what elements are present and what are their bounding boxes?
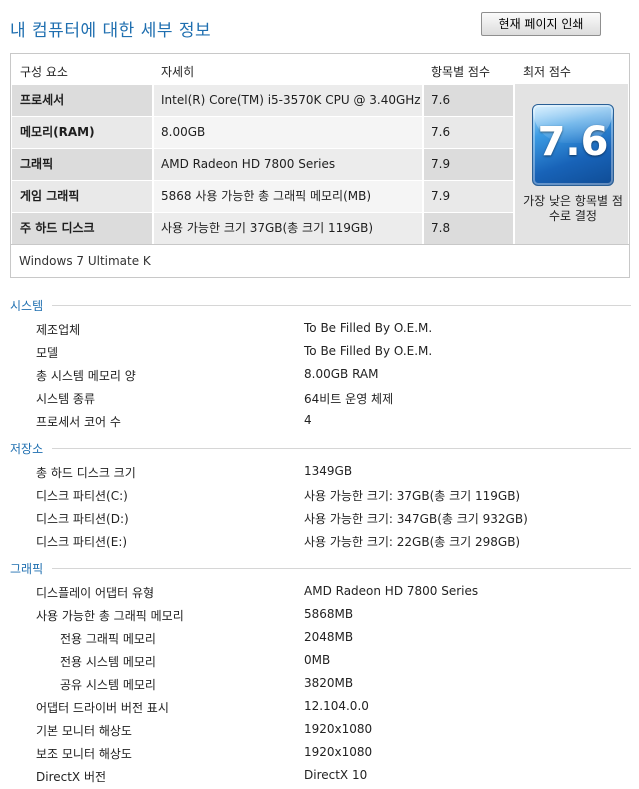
- info-label: 디스플레이 어댑터 유형: [36, 586, 155, 600]
- component-name: 게임 그래픽: [12, 181, 152, 212]
- print-page-button[interactable]: 현재 페이지 인쇄: [481, 12, 601, 36]
- info-label: 전용 시스템 메모리: [60, 655, 156, 669]
- info-value: 0MB: [304, 653, 331, 667]
- info-value: 2048MB: [304, 630, 354, 644]
- info-value: To Be Filled By O.E.M.: [304, 344, 433, 358]
- info-label: 보조 모니터 해상도: [36, 747, 132, 761]
- column-header-component: 구성 요소: [20, 65, 68, 79]
- info-value: 3820MB: [304, 676, 354, 690]
- column-header-subscore: 항목별 점수: [431, 65, 491, 79]
- base-score-value: 7.6: [537, 119, 609, 165]
- info-value: 4: [304, 413, 312, 427]
- component-score: 7.6: [424, 117, 513, 148]
- table-row: 프로세서 Intel(R) Core(TM) i5-3570K CPU @ 3.…: [12, 85, 513, 116]
- info-label: 총 하드 디스크 크기: [36, 466, 136, 480]
- info-label: 모델: [36, 346, 59, 360]
- base-score-note: 가장 낮은 항목별 점수로 결정: [523, 194, 623, 223]
- divider: [52, 305, 631, 306]
- info-value: 1920x1080: [304, 745, 373, 759]
- column-header-detail: 자세히: [161, 65, 195, 79]
- component-name: 그래픽: [12, 149, 152, 180]
- component-detail: Intel(R) Core(TM) i5-3570K CPU @ 3.40GHz: [154, 85, 422, 116]
- divider: [52, 448, 631, 449]
- section-heading-graphics: 그래픽: [10, 562, 44, 576]
- info-value: 64비트 운영 체제: [304, 392, 394, 406]
- component-detail: 사용 가능한 크기 37GB(총 크기 119GB): [154, 213, 422, 244]
- component-score: 7.9: [424, 149, 513, 180]
- info-value: 사용 가능한 크기: 37GB(총 크기 119GB): [304, 489, 521, 503]
- info-value: DirectX 10: [304, 768, 368, 782]
- info-value: To Be Filled By O.E.M.: [304, 321, 433, 335]
- info-label: 공유 시스템 메모리: [60, 678, 156, 692]
- os-edition: Windows 7 Ultimate K: [19, 254, 151, 268]
- info-label: 총 시스템 메모리 양: [36, 369, 136, 383]
- info-value: 1349GB: [304, 464, 353, 478]
- score-table: 구성 요소 자세히 항목별 점수 최저 점수 프로세서 Intel(R) Cor…: [10, 53, 630, 278]
- info-value: 5868MB: [304, 607, 354, 621]
- page-title: 내 컴퓨터에 대한 세부 정보: [10, 21, 212, 41]
- component-name: 주 하드 디스크: [12, 213, 152, 244]
- table-row: 주 하드 디스크 사용 가능한 크기 37GB(총 크기 119GB) 7.8: [12, 213, 513, 244]
- info-label: 전용 그래픽 메모리: [60, 632, 156, 646]
- component-name: 메모리(RAM): [12, 117, 152, 148]
- info-label: 디스크 파티션(C:): [36, 489, 128, 503]
- component-score: 7.6: [424, 85, 513, 116]
- component-detail: 8.00GB: [154, 117, 422, 148]
- base-score-panel: 7.6 가장 낮은 항목별 점수로 결정: [515, 84, 628, 245]
- divider: [52, 568, 631, 569]
- component-name: 프로세서: [12, 85, 152, 116]
- base-score-badge-icon: 7.6: [532, 104, 614, 186]
- section-heading-system: 시스템: [10, 299, 44, 313]
- info-label: 제조업체: [36, 323, 81, 337]
- component-score: 7.9: [424, 181, 513, 212]
- divider: [11, 244, 629, 245]
- info-label: 어댑터 드라이버 버전 표시: [36, 701, 169, 715]
- info-label: 기본 모니터 해상도: [36, 724, 132, 738]
- info-value: 사용 가능한 크기: 22GB(총 크기 298GB): [304, 535, 521, 549]
- info-value: 12.104.0.0: [304, 699, 369, 713]
- info-value: AMD Radeon HD 7800 Series: [304, 584, 479, 598]
- info-value: 사용 가능한 크기: 347GB(총 크기 932GB): [304, 512, 528, 526]
- info-label: 디스크 파티션(D:): [36, 512, 129, 526]
- info-label: 디스크 파티션(E:): [36, 535, 128, 549]
- component-detail: 5868 사용 가능한 총 그래픽 메모리(MB): [154, 181, 422, 212]
- component-detail: AMD Radeon HD 7800 Series: [154, 149, 422, 180]
- info-value: 8.00GB RAM: [304, 367, 379, 381]
- info-label: 시스템 종류: [36, 392, 96, 406]
- table-row: 그래픽 AMD Radeon HD 7800 Series 7.9: [12, 149, 513, 180]
- section-heading-storage: 저장소: [10, 442, 44, 456]
- column-header-base-score: 최저 점수: [523, 65, 571, 79]
- info-label: DirectX 버전: [36, 770, 107, 784]
- info-label: 프로세서 코어 수: [36, 415, 121, 429]
- component-score: 7.8: [424, 213, 513, 244]
- info-value: 1920x1080: [304, 722, 373, 736]
- table-row: 메모리(RAM) 8.00GB 7.6: [12, 117, 513, 148]
- table-row: 게임 그래픽 5868 사용 가능한 총 그래픽 메모리(MB) 7.9: [12, 181, 513, 212]
- info-label: 사용 가능한 총 그래픽 메모리: [36, 609, 184, 623]
